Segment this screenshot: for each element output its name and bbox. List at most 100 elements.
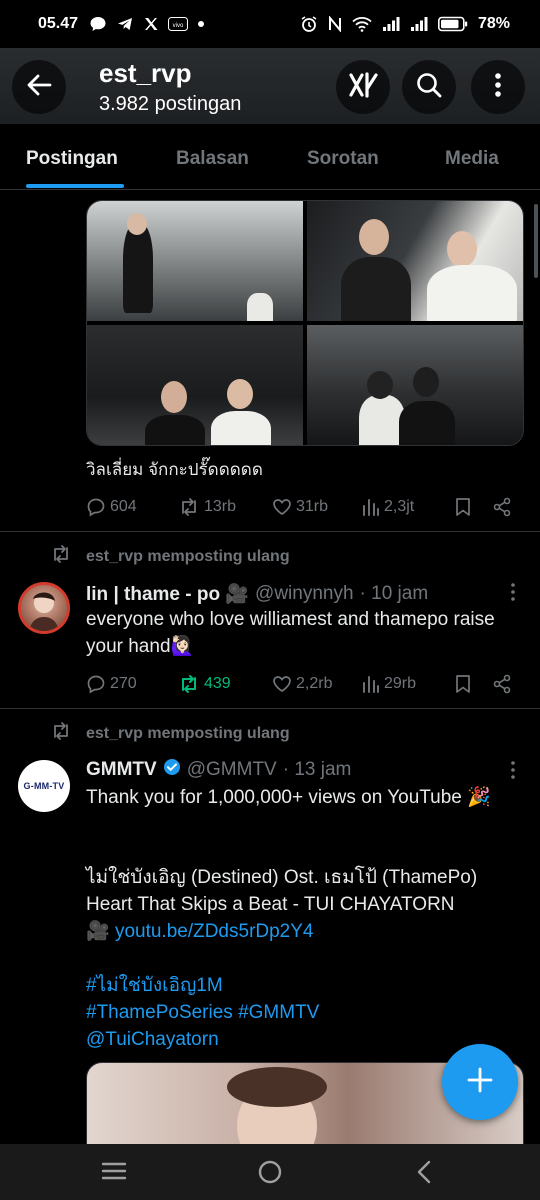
tweet-photo[interactable]: [307, 201, 523, 321]
reply-count: 270: [110, 675, 137, 692]
repost-count: 439: [204, 675, 231, 692]
views-button[interactable]: 29rb: [362, 674, 416, 694]
repost-button[interactable]: 439: [178, 674, 231, 694]
bar-chart-icon: [362, 497, 380, 517]
like-count: 31rb: [296, 498, 329, 515]
mention-link[interactable]: @TuiChayatorn: [86, 1026, 516, 1053]
wifi-icon: [352, 16, 372, 32]
back-nav-button[interactable]: [414, 1160, 434, 1189]
repost-icon: [178, 497, 200, 517]
home-circle-icon: [257, 1160, 283, 1189]
share-button[interactable]: [492, 497, 512, 517]
repost-button[interactable]: 13rb: [178, 497, 236, 517]
repost-icon: [50, 544, 72, 569]
user-handle[interactable]: @winynnyh: [255, 583, 354, 605]
repost-icon: [178, 674, 200, 694]
avatar[interactable]: G-MM-TV: [18, 760, 70, 812]
status-time: 05.47: [38, 15, 79, 32]
search-icon: [415, 71, 443, 104]
youtube-link[interactable]: youtu.be/ZDds5rDp2Y4: [115, 921, 314, 942]
views-count: 29rb: [384, 675, 417, 692]
video-camera-emoji: 🎥: [86, 921, 115, 942]
tab-balasan[interactable]: Balasan: [176, 148, 249, 170]
menu-lines-icon: [101, 1162, 127, 1186]
gmmtv-logo: G-MM-TV: [23, 781, 65, 791]
tweet-time: · 10 jam: [359, 583, 429, 604]
battery-percent: 78%: [477, 15, 510, 32]
tweet-photo[interactable]: [87, 201, 303, 321]
status-bar: 05.47 vivo 78%: [0, 0, 540, 48]
bookmark-button[interactable]: [454, 497, 472, 517]
repost-count: 13rb: [204, 498, 237, 515]
vivo-icon: vivo: [168, 17, 189, 31]
more-options-button[interactable]: [471, 60, 525, 114]
post-count: 3.982 postingan: [99, 93, 242, 115]
views-button[interactable]: 2,3jt: [362, 497, 414, 517]
reply-icon: [86, 674, 106, 694]
recent-apps-button[interactable]: [101, 1160, 127, 1187]
tweet-actions: 604 13rb 31rb 2,3jt: [86, 494, 516, 520]
tweet-more-button[interactable]: [510, 582, 516, 607]
like-button[interactable]: 2,2rb: [272, 674, 332, 694]
tweet-time: · 13 jam: [282, 759, 352, 780]
vertical-dots-icon: [510, 761, 516, 784]
reply-button[interactable]: 270: [86, 674, 137, 694]
search-button[interactable]: [402, 60, 456, 114]
heart-icon: [272, 497, 292, 517]
verified-badge-icon: [163, 758, 181, 782]
back-button[interactable]: [12, 60, 66, 114]
share-button[interactable]: [492, 674, 512, 694]
repost-indicator: est_rvp memposting ulang: [50, 721, 290, 746]
scrollbar-thumb[interactable]: [534, 204, 538, 278]
bar-chart-icon: [362, 674, 380, 694]
tab-media[interactable]: Media: [445, 148, 499, 170]
reply-button[interactable]: 604: [86, 497, 137, 517]
repost-indicator: est_rvp memposting ulang: [50, 544, 290, 569]
tab-postingan[interactable]: Postingan: [26, 148, 118, 170]
share-icon: [492, 497, 512, 517]
chevron-left-icon: [414, 1160, 434, 1188]
repost-icon: [50, 721, 72, 746]
avatar[interactable]: [18, 582, 70, 634]
tweet-media-grid[interactable]: [86, 200, 524, 446]
telegram-icon: [116, 15, 134, 33]
profile-tabs: Postingan Balasan Sorotan Media: [0, 124, 540, 190]
hashtag-link[interactable]: #ไม่ใช่บังเอิญ1M: [86, 972, 516, 999]
vertical-dots-icon: [510, 583, 516, 606]
heart-icon: [272, 674, 292, 694]
grok-button[interactable]: [336, 60, 390, 114]
tweet-link-line: 🎥 youtu.be/ZDds5rDp2Y4: [86, 918, 516, 945]
compose-button[interactable]: [442, 1044, 518, 1120]
bookmark-button[interactable]: [454, 674, 472, 694]
signal-icon: [410, 16, 428, 32]
dot-icon: [197, 20, 205, 28]
tweet-text: Heart That Skips a Beat - TUI CHAYATORN: [86, 894, 455, 915]
like-button[interactable]: 31rb: [272, 497, 328, 517]
signal-icon: [382, 16, 400, 32]
display-name[interactable]: GMMTV: [86, 759, 157, 781]
home-button[interactable]: [257, 1159, 283, 1190]
display-name[interactable]: lin | thame - po 🎥: [86, 582, 249, 606]
repost-label[interactable]: est_rvp memposting ulang: [86, 548, 290, 566]
user-handle[interactable]: @GMMTV: [187, 759, 277, 781]
chat-bubble-icon: [89, 15, 107, 33]
tweet-photo[interactable]: [87, 325, 303, 445]
svg-text:vivo: vivo: [173, 23, 184, 29]
tab-sorotan[interactable]: Sorotan: [307, 148, 379, 170]
tweet-more-button[interactable]: [510, 760, 516, 785]
tweet-photo[interactable]: [307, 325, 523, 445]
grok-icon: [348, 71, 378, 103]
arrow-left-icon: [25, 71, 53, 104]
hashtag-link[interactable]: #ThamePoSeries #GMMTV: [86, 999, 516, 1026]
bookmark-icon: [454, 497, 472, 517]
vertical-dots-icon: [494, 72, 502, 103]
share-icon: [492, 674, 512, 694]
tweet-text: everyone who love williamest and thamepo…: [86, 609, 495, 657]
tweet-header: GMMTV @GMMTV · 13 jam: [86, 758, 351, 782]
repost-label[interactable]: est_rvp memposting ulang: [86, 725, 290, 743]
tweet-divider: [0, 708, 540, 709]
plus-icon: [466, 1066, 494, 1099]
profile-header: est_rvp 3.982 postingan: [0, 48, 540, 124]
tweet-text: Thank you for 1,000,000+ views on YouTub…: [86, 787, 491, 808]
bookmark-icon: [454, 674, 472, 694]
